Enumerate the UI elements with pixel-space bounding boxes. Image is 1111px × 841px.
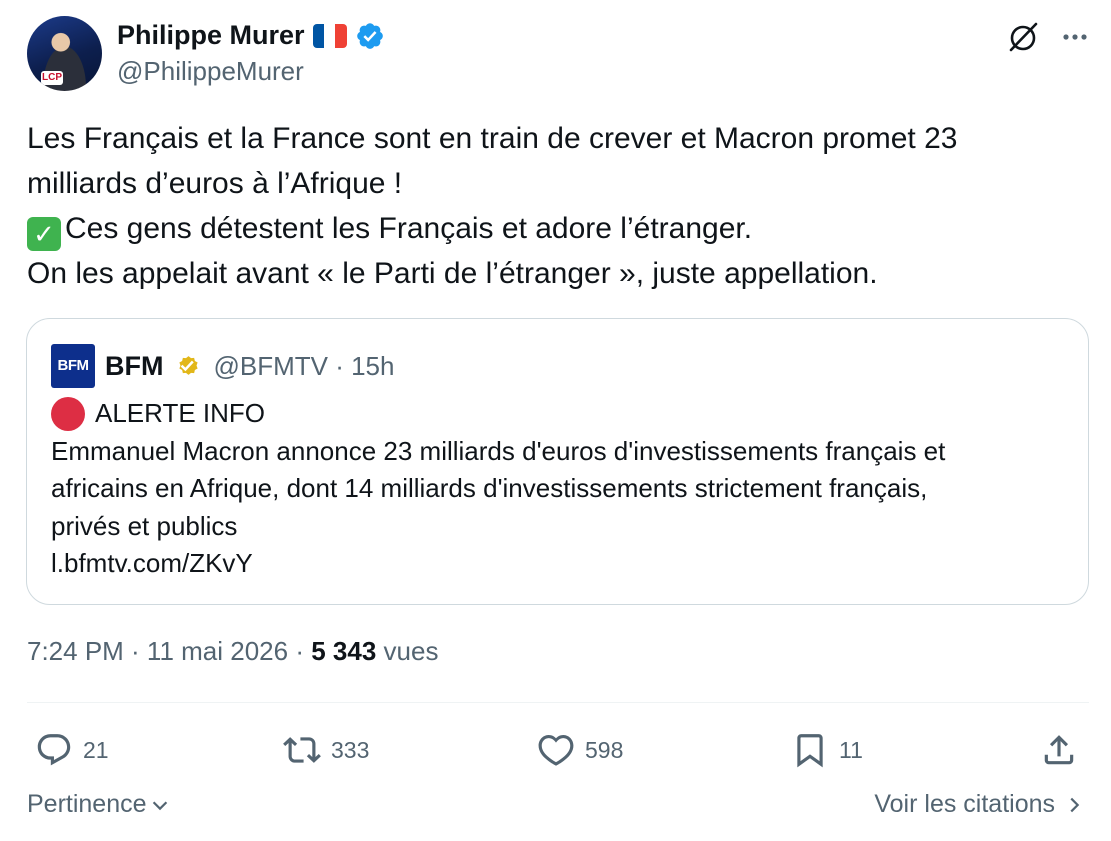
heart-icon xyxy=(538,734,574,766)
bfm-logo[interactable]: BFM xyxy=(51,344,95,388)
grok-icon[interactable] xyxy=(1006,20,1040,54)
views-label: vues xyxy=(376,636,439,666)
tweet-line-text: Ces gens détestent les Français et adore… xyxy=(65,212,753,245)
tweet-text: Les Français et la France sont en train … xyxy=(27,116,1087,296)
chevron-down-icon xyxy=(152,800,167,810)
quoted-line: privés et publics xyxy=(51,510,238,541)
view-quotes-label: Voir les citations xyxy=(874,790,1055,818)
quoted-line: africains en Afrique, dont 14 milliards … xyxy=(51,473,928,503)
chevron-right-icon xyxy=(1070,797,1080,812)
tweet-meta: 7:24 PM · 11 mai 2026 · 5 343 vues xyxy=(27,636,438,667)
author-handle[interactable]: @PhilippeMurer xyxy=(117,56,304,87)
quoted-handle-time[interactable]: @BFMTV · 15h xyxy=(213,351,394,382)
sort-label: Pertinence xyxy=(27,790,147,818)
reply-button[interactable]: 21 xyxy=(35,725,109,775)
action-bar: 21 333 598 11 xyxy=(27,725,1089,775)
author-avatar[interactable]: LCP xyxy=(27,16,102,91)
repost-count: 333 xyxy=(331,736,370,763)
reply-count: 21 xyxy=(83,736,109,763)
quoted-author-name[interactable]: BFM xyxy=(105,351,163,382)
author-name-row[interactable]: Philippe Murer xyxy=(117,20,385,51)
view-quotes-link[interactable]: Voir les citations xyxy=(874,790,1085,819)
more-icon[interactable] xyxy=(1058,20,1092,54)
like-button[interactable]: 598 xyxy=(537,725,623,775)
tweet-line: milliards d’euros à l’Afrique ! xyxy=(27,167,403,200)
author-name[interactable]: Philippe Murer xyxy=(117,20,305,51)
quoted-line: Emmanuel Macron annonce 23 milliards d'e… xyxy=(51,435,946,466)
tweet-line: Les Français et la France sont en train … xyxy=(27,122,958,155)
bookmark-icon xyxy=(797,734,823,768)
quoted-tweet[interactable]: BFM BFM @BFMTV · 15h ALERTE INFO Emmanue… xyxy=(26,318,1089,605)
tweet-line: On les appelait avant « le Parti de l’ét… xyxy=(27,257,878,290)
bookmark-button[interactable]: 11 xyxy=(791,725,863,775)
quoted-tweet-body: ALERTE INFO Emmanuel Macron annonce 23 m… xyxy=(51,395,1071,583)
bookmark-count: 11 xyxy=(839,736,863,763)
like-count: 598 xyxy=(585,736,624,763)
check-mark-icon: ✓ xyxy=(27,217,61,251)
quoted-tweet-header: BFM BFM @BFMTV · 15h xyxy=(51,344,394,388)
verified-badge-icon[interactable] xyxy=(355,21,385,51)
tweet-line: ✓ Ces gens détestent les Français et ador… xyxy=(27,206,1087,251)
verified-org-badge-icon[interactable] xyxy=(173,351,203,381)
tweet-header: LCP Philippe Murer @PhilippeMurer xyxy=(27,16,1092,92)
repost-icon xyxy=(283,737,321,763)
divider xyxy=(27,702,1089,703)
avatar-channel-badge: LCP xyxy=(41,71,63,85)
sort-dropdown[interactable]: Pertinence xyxy=(27,790,171,819)
red-circle-icon xyxy=(51,396,85,431)
share-button[interactable] xyxy=(1040,725,1078,775)
views-count: 5 343 xyxy=(311,636,377,666)
french-flag-icon xyxy=(312,23,347,48)
repost-button[interactable]: 333 xyxy=(283,725,369,775)
reply-icon xyxy=(37,734,71,766)
share-icon xyxy=(1044,735,1074,765)
alert-label: ALERTE INFO xyxy=(95,398,266,428)
quoted-link[interactable]: l.bfmtv.com/ZKvY xyxy=(51,545,1071,583)
tweet-timestamp[interactable]: 7:24 PM · 11 mai 2026 · xyxy=(27,636,311,666)
alert-line: ALERTE INFO xyxy=(51,395,1071,433)
